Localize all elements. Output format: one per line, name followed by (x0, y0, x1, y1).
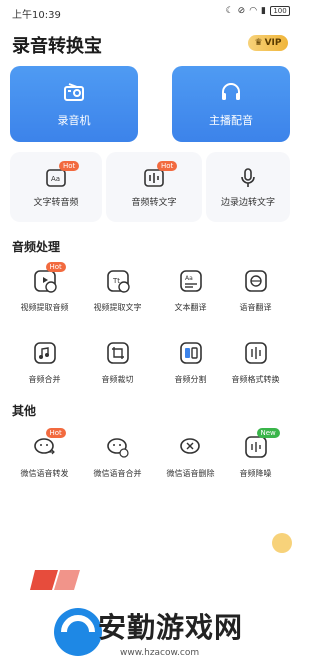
hot-badge: Hot (45, 428, 66, 438)
text-translate-item[interactable]: Aa 文本翻译 (153, 268, 228, 328)
wechat-voice-delete-item[interactable]: 微信语音删除 (153, 434, 228, 494)
audio-merge-label: 音频合并 (28, 375, 61, 384)
audio-denoise-item[interactable]: New 音频降噪 (218, 428, 293, 494)
mute-icon: ⊘ (237, 6, 246, 16)
video-extract-audio-label: 视频提取音频 (20, 303, 69, 312)
audio-merge-item[interactable]: 音频合并 (7, 340, 82, 400)
status-icons: ☾ ⊘ ◠ ▮ 100 (226, 5, 290, 17)
watermark-url: www.hzacow.com (120, 648, 200, 658)
radio-icon (64, 83, 84, 101)
audio-split-icon (178, 340, 204, 366)
record-transcribe-card[interactable]: 边录边转文字 (206, 152, 290, 222)
wechat-voice-delete-icon (178, 434, 204, 460)
audio-crop-label: 音频裁切 (101, 375, 134, 384)
wifi-icon: ◠ (249, 6, 258, 16)
video-extract-audio-icon: Hot (32, 262, 66, 294)
section-title-other: 其他 (12, 404, 37, 418)
svg-text:Tt: Tt (112, 277, 120, 285)
text-to-audio-card[interactable]: Aa Hot 文字转音频 (10, 152, 102, 222)
record-transcribe-label: 边录边转文字 (220, 197, 275, 208)
battery-icon: 100 (270, 6, 290, 16)
microphone-icon (237, 167, 259, 189)
hot-badge: Hot (59, 160, 80, 171)
wechat-voice-merge-item[interactable]: 微信语音合并 (80, 434, 155, 494)
voice-translate-item[interactable]: 语音翻译 (218, 268, 293, 328)
watermark-text: 安勤游戏网 (98, 611, 244, 644)
section-title-audio-processing: 音频处理 (12, 240, 61, 254)
audio-crop-icon (105, 340, 131, 366)
hot-badge: Hot (157, 160, 178, 171)
audio-split-item[interactable]: 音频分割 (153, 340, 228, 400)
svg-text:Aa: Aa (185, 275, 193, 282)
status-bar: 上午10:39 ☾ ⊘ ◠ ▮ 100 (0, 0, 300, 24)
voice-translate-label: 语音翻译 (239, 303, 272, 312)
wechat-voice-forward-item[interactable]: Hot 微信语音转发 (7, 428, 82, 494)
audio-denoise-icon: New (243, 428, 280, 460)
vip-button[interactable]: ♛ VIP (248, 35, 288, 51)
audio-crop-item[interactable]: 音频裁切 (80, 340, 155, 400)
recorder-card[interactable]: 录音机 (10, 66, 138, 142)
audio-denoise-label: 音频降噪 (239, 469, 272, 478)
moon-icon: ☾ (225, 6, 234, 16)
audio-format-convert-icon (243, 340, 269, 366)
audio-to-text-icon: Hot (143, 160, 178, 189)
hot-badge: Hot (45, 262, 66, 272)
vip-label: VIP (264, 38, 282, 48)
audio-to-text-label: 音频转文字 (131, 197, 177, 208)
text-translate-label: 文本翻译 (174, 303, 207, 312)
voice-translate-icon (243, 268, 269, 294)
video-extract-text-label: 视频提取文字 (93, 303, 142, 312)
wechat-voice-merge-icon (105, 434, 131, 460)
status-time: 上午10:39 (12, 10, 61, 21)
floating-assistant-button[interactable] (272, 533, 292, 553)
audio-format-convert-label: 音频格式转换 (231, 375, 280, 384)
wechat-voice-forward-icon: Hot (32, 428, 66, 460)
crown-icon: ♛ (254, 38, 263, 48)
new-badge: New (256, 428, 280, 438)
watermark-banner: 安勤游戏网 www.hzacow.com (0, 560, 300, 666)
wechat-voice-delete-label: 微信语音删除 (166, 469, 215, 478)
headphones-icon (222, 83, 240, 100)
text-to-audio-icon: Aa Hot (45, 160, 80, 189)
app-title: 录音转换宝 (12, 36, 102, 57)
recorder-label: 录音机 (57, 114, 91, 127)
signal-icon: ▮ (261, 6, 266, 16)
audio-merge-icon (32, 340, 58, 366)
wechat-voice-forward-label: 微信语音转发 (20, 469, 69, 478)
audio-split-label: 音频分割 (174, 375, 207, 384)
video-extract-text-item[interactable]: Tt 视频提取文字 (80, 268, 155, 328)
audio-format-convert-item[interactable]: 音频格式转换 (218, 340, 293, 400)
svg-text:Aa: Aa (51, 175, 60, 183)
header: 录音转换宝 ♛ VIP (0, 24, 300, 62)
audio-to-text-card[interactable]: Hot 音频转文字 (106, 152, 202, 222)
text-to-audio-label: 文字转音频 (33, 197, 79, 208)
wechat-voice-merge-label: 微信语音合并 (93, 469, 142, 478)
video-extract-text-icon: Tt (105, 268, 131, 294)
text-translate-icon: Aa (178, 268, 204, 294)
video-extract-audio-item[interactable]: Hot 视频提取音频 (7, 262, 82, 328)
anchor-dubbing-card[interactable]: 主播配音 (172, 66, 290, 142)
anchor-dubbing-label: 主播配音 (209, 114, 253, 127)
